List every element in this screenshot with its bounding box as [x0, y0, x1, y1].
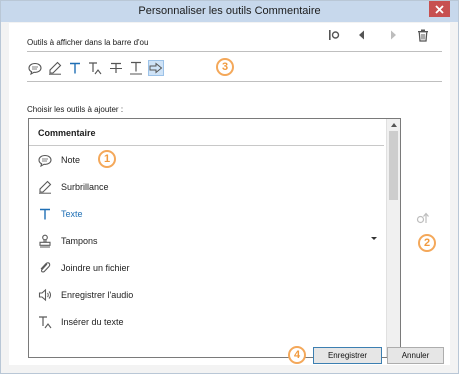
strikethrough-icon: [110, 62, 122, 73]
stamps-dropdown-arrow-icon[interactable]: [371, 237, 377, 240]
move-left-icon[interactable]: [355, 28, 369, 42]
callout-2: 2: [418, 234, 436, 252]
callout-1: 1: [98, 150, 116, 168]
add-to-toolbar-icon[interactable]: [416, 211, 430, 225]
callout-4: 4: [288, 346, 306, 364]
add-section-label: Choisir les outils à ajouter :: [27, 105, 124, 114]
list-header: Commentaire: [29, 119, 384, 146]
underline-icon: [130, 61, 142, 75]
toolbar-section-label: Outils à afficher dans la barre d'ou: [27, 38, 149, 47]
close-icon: [435, 4, 444, 14]
list-item-record-audio[interactable]: Enregistrer l'audio: [29, 281, 384, 308]
move-to-start-icon[interactable]: [327, 28, 341, 42]
list-item-note[interactable]: Note 1: [29, 146, 384, 173]
quick-tools-separator: [27, 81, 442, 82]
highlight-pen-icon: [49, 61, 62, 75]
text-icon: [40, 208, 50, 220]
stamp-icon: [39, 234, 51, 248]
list-item-stamps[interactable]: Tampons: [29, 227, 384, 254]
record-audio-icon: [38, 288, 51, 302]
list-item-insert-text[interactable]: Insérer du texte: [29, 308, 384, 335]
list-item-label: Insérer du texte: [61, 317, 124, 327]
quick-tool-underline[interactable]: [128, 60, 144, 76]
attach-file-icon: [40, 262, 51, 273]
callout-3: 3: [216, 58, 234, 76]
list-scrollbar[interactable]: [386, 119, 400, 357]
list-item-text[interactable]: Texte: [29, 200, 384, 227]
quick-tool-insert-text[interactable]: [87, 60, 103, 76]
list-item-label: Texte: [61, 209, 83, 219]
save-button[interactable]: Enregistrer: [313, 347, 382, 364]
cancel-button[interactable]: Annuler: [387, 347, 444, 364]
dialog-content: Outils à afficher dans la barre d'ou 3 C…: [9, 23, 450, 365]
toolbar-separator: [27, 51, 442, 52]
move-right-icon[interactable]: [386, 28, 400, 42]
text-icon: [70, 62, 80, 74]
list-item-attach-file[interactable]: Joindre un fichier: [29, 254, 384, 281]
window-title: Personnaliser les outils Commentaire: [138, 5, 321, 17]
quick-tool-highlight[interactable]: [47, 60, 63, 76]
list-item-label: Joindre un fichier: [61, 263, 130, 273]
close-button[interactable]: [429, 1, 450, 17]
trash-icon[interactable]: [416, 28, 430, 42]
list-header-label: Commentaire: [38, 128, 96, 138]
note-icon: [38, 154, 52, 167]
quick-tool-arrow[interactable]: [148, 60, 164, 76]
insert-text-icon: [38, 315, 51, 328]
insert-text-icon: [88, 61, 101, 74]
list-item-label: Enregistrer l'audio: [61, 290, 134, 300]
arrow-icon: [149, 62, 163, 74]
dialog-window: Personnaliser les outils Commentaire Out…: [0, 0, 459, 374]
scroll-up-arrow-icon[interactable]: [391, 122, 397, 127]
quick-tool-strikethrough[interactable]: [108, 60, 124, 76]
list-item-highlight[interactable]: Surbrillance: [29, 173, 384, 200]
scroll-thumb[interactable]: [389, 131, 398, 200]
tools-list[interactable]: Commentaire Note 1 Surbrillance Texte Ta…: [28, 118, 401, 358]
list-item-label: Tampons: [61, 236, 98, 246]
note-icon: [28, 62, 42, 75]
list-item-label: Surbrillance: [61, 182, 109, 192]
list-item-label: Note: [61, 155, 81, 165]
quick-tool-note[interactable]: [27, 60, 43, 76]
highlight-pen-icon: [39, 180, 52, 194]
title-bar: Personnaliser les outils Commentaire: [1, 1, 458, 22]
quick-tool-text[interactable]: [67, 60, 83, 76]
